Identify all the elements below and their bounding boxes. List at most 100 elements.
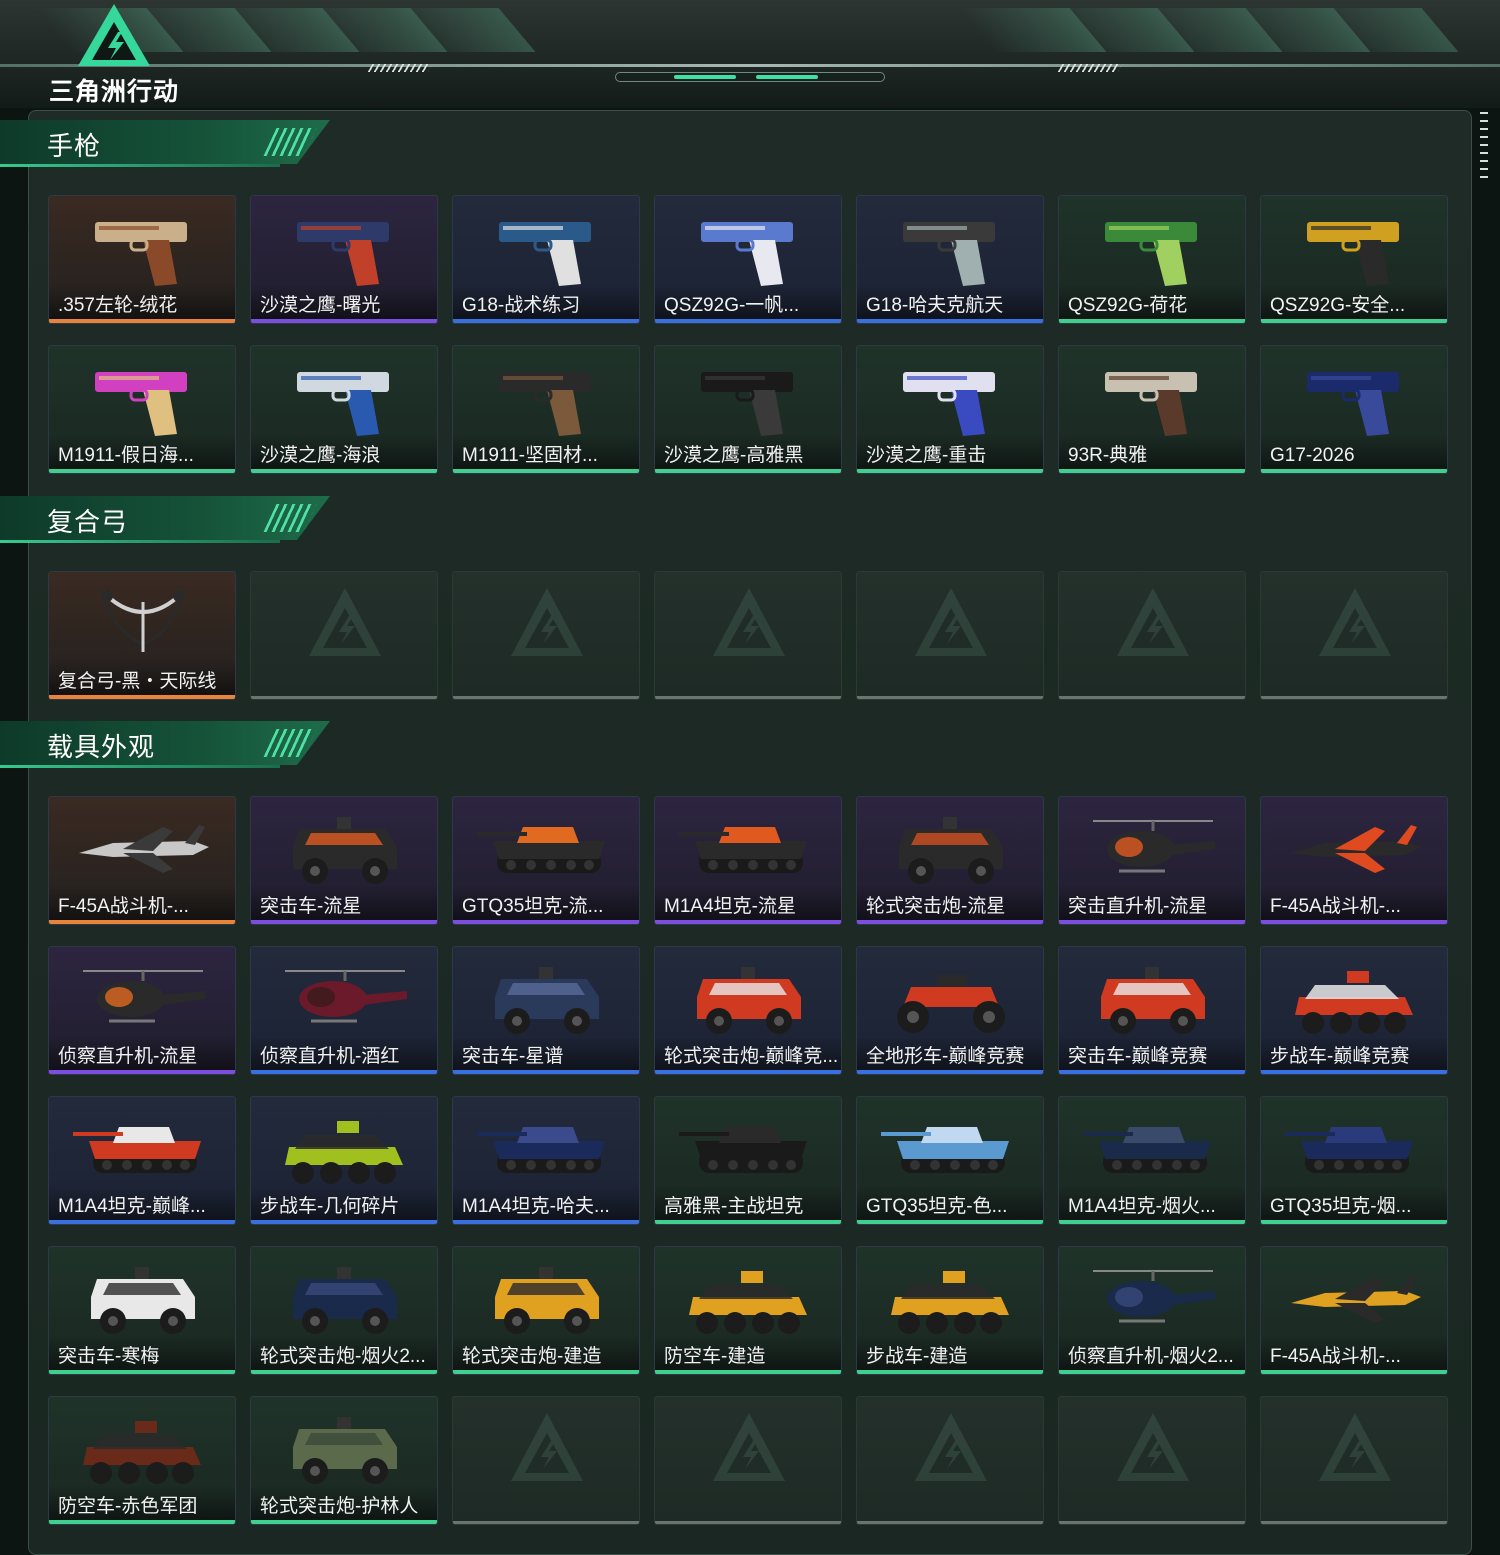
skin-card[interactable]: 轮式突击炮-巅峰竞... xyxy=(654,946,842,1075)
skin-card[interactable]: G18-哈夫克航天 xyxy=(856,195,1044,324)
rarity-bar xyxy=(49,695,235,699)
skin-card[interactable]: 沙漠之鹰-海浪 xyxy=(250,345,438,474)
skin-card[interactable]: M1911-坚固材... xyxy=(452,345,640,474)
skin-card[interactable]: 轮式突击炮-烟火2... xyxy=(250,1246,438,1375)
skin-card[interactable]: .357左轮-绒花 xyxy=(48,195,236,324)
rarity-bar xyxy=(1059,920,1245,924)
delta-watermark-icon xyxy=(713,588,785,656)
empty-slot-bar xyxy=(1059,696,1245,699)
skin-card[interactable]: 突击车-星谱 xyxy=(452,946,640,1075)
skin-card[interactable]: GTQ35坦克-色... xyxy=(856,1096,1044,1225)
skin-card[interactable]: 突击车-流星 xyxy=(250,796,438,925)
rarity-bar xyxy=(1261,1370,1447,1374)
pistol-icon xyxy=(499,222,591,286)
skin-card[interactable]: QSZ92G-安全... xyxy=(1260,195,1448,324)
header-hatch-left xyxy=(367,64,433,72)
skin-card[interactable]: QSZ92G-一帆... xyxy=(654,195,842,324)
apc-icon xyxy=(285,1121,403,1184)
skin-card[interactable]: F-45A战斗机-... xyxy=(1260,796,1448,925)
rarity-bar xyxy=(655,469,841,473)
skin-card[interactable]: GTQ35坦克-烟... xyxy=(1260,1096,1448,1225)
skin-name: 侦察直升机-流星 xyxy=(58,1046,198,1067)
rarity-bar xyxy=(655,920,841,924)
section-header-2: 载具外观 xyxy=(0,721,340,777)
skin-card[interactable]: 侦察直升机-流星 xyxy=(48,946,236,1075)
atv-icon xyxy=(897,975,1005,1033)
skin-name: QSZ92G-荷花 xyxy=(1068,295,1188,316)
tank-icon xyxy=(73,1127,201,1173)
empty-slot-bar xyxy=(251,696,437,699)
pistol-icon xyxy=(903,372,995,436)
truck-icon xyxy=(1101,967,1205,1034)
skin-name: 防空车-建造 xyxy=(664,1346,766,1367)
rarity-bar xyxy=(453,319,639,323)
skin-card[interactable]: G17-2026 xyxy=(1260,345,1448,474)
skin-card[interactable]: 突击车-巅峰竞赛 xyxy=(1058,946,1246,1075)
apc-icon xyxy=(689,1271,807,1334)
skin-card[interactable]: GTQ35坦克-流... xyxy=(452,796,640,925)
skin-card[interactable]: 轮式突击炮-流星 xyxy=(856,796,1044,925)
section-header-underline xyxy=(0,540,280,543)
skin-card[interactable]: 高雅黑-主战坦克 xyxy=(654,1096,842,1225)
skin-name: M1A4坦克-巅峰... xyxy=(58,1196,206,1217)
skin-name: 沙漠之鹰-海浪 xyxy=(260,445,381,466)
section-header-0: 手枪 xyxy=(0,120,340,176)
skin-name: 沙漠之鹰-曙光 xyxy=(260,295,381,316)
rarity-bar xyxy=(251,1070,437,1074)
skin-name: F-45A战斗机-... xyxy=(58,896,189,917)
rarity-bar xyxy=(1261,319,1447,323)
bow-icon xyxy=(101,590,185,652)
skin-card[interactable]: 防空车-建造 xyxy=(654,1246,842,1375)
pistol-icon xyxy=(701,222,793,286)
empty-slot-bar xyxy=(453,1521,639,1524)
skin-card[interactable]: 沙漠之鹰-重击 xyxy=(856,345,1044,474)
delta-watermark-icon xyxy=(511,1413,583,1481)
skin-card[interactable]: M1A4坦克-流星 xyxy=(654,796,842,925)
delta-watermark-icon xyxy=(1319,1413,1391,1481)
skin-card[interactable]: M1A4坦克-哈夫... xyxy=(452,1096,640,1225)
skin-card[interactable]: F-45A战斗机-... xyxy=(1260,1246,1448,1375)
skin-card[interactable]: 轮式突击炮-建造 xyxy=(452,1246,640,1375)
skin-card[interactable]: 沙漠之鹰-曙光 xyxy=(250,195,438,324)
skin-name: 侦察直升机-烟火2... xyxy=(1068,1346,1234,1367)
skin-card[interactable]: 步战车-几何碎片 xyxy=(250,1096,438,1225)
game-logo: 三角洲行动 xyxy=(44,2,184,106)
header-hatch-right xyxy=(1057,64,1123,72)
skin-name: 突击车-巅峰竞赛 xyxy=(1068,1046,1208,1067)
skin-card[interactable]: 复合弓-黑・天际线 xyxy=(48,571,236,700)
truck-icon xyxy=(495,967,599,1034)
rarity-bar xyxy=(453,1370,639,1374)
skin-name: 突击直升机-流星 xyxy=(1068,896,1208,917)
skin-card[interactable]: 沙漠之鹰-高雅黑 xyxy=(654,345,842,474)
skin-card[interactable]: F-45A战斗机-... xyxy=(48,796,236,925)
tank-icon xyxy=(477,1127,605,1173)
skin-card[interactable]: 93R-典雅 xyxy=(1058,345,1246,474)
jet-icon xyxy=(1291,1275,1421,1323)
delta-watermark-icon xyxy=(511,588,583,656)
skin-card[interactable]: 侦察直升机-烟火2... xyxy=(1058,1246,1246,1375)
scrollbar[interactable] xyxy=(1480,112,1488,178)
skin-card[interactable]: 轮式突击炮-护林人 xyxy=(250,1396,438,1525)
empty-slot xyxy=(1058,1396,1246,1525)
skin-card[interactable]: 全地形车-巅峰竞赛 xyxy=(856,946,1044,1075)
skin-card[interactable]: M1A4坦克-巅峰... xyxy=(48,1096,236,1225)
skin-card[interactable]: G18-战术练习 xyxy=(452,195,640,324)
skin-name: 沙漠之鹰-重击 xyxy=(866,445,987,466)
skin-card[interactable]: 侦察直升机-酒红 xyxy=(250,946,438,1075)
skin-card[interactable]: 突击车-寒梅 xyxy=(48,1246,236,1375)
tank-icon xyxy=(679,1127,807,1173)
skin-card[interactable]: M1911-假日海... xyxy=(48,345,236,474)
skin-card[interactable]: 步战车-巅峰竞赛 xyxy=(1260,946,1448,1075)
skin-card[interactable]: 步战车-建造 xyxy=(856,1246,1044,1375)
tank-icon xyxy=(679,827,807,873)
heli-icon xyxy=(1093,1270,1215,1323)
empty-slot-bar xyxy=(1261,1521,1447,1524)
empty-slot xyxy=(452,571,640,700)
skin-card[interactable]: QSZ92G-荷花 xyxy=(1058,195,1246,324)
skin-card[interactable]: 突击直升机-流星 xyxy=(1058,796,1246,925)
skin-card[interactable]: 防空车-赤色军团 xyxy=(48,1396,236,1525)
rarity-bar xyxy=(49,1070,235,1074)
empty-slot xyxy=(856,1396,1044,1525)
skin-card[interactable]: M1A4坦克-烟火... xyxy=(1058,1096,1246,1225)
rarity-bar xyxy=(251,1220,437,1224)
